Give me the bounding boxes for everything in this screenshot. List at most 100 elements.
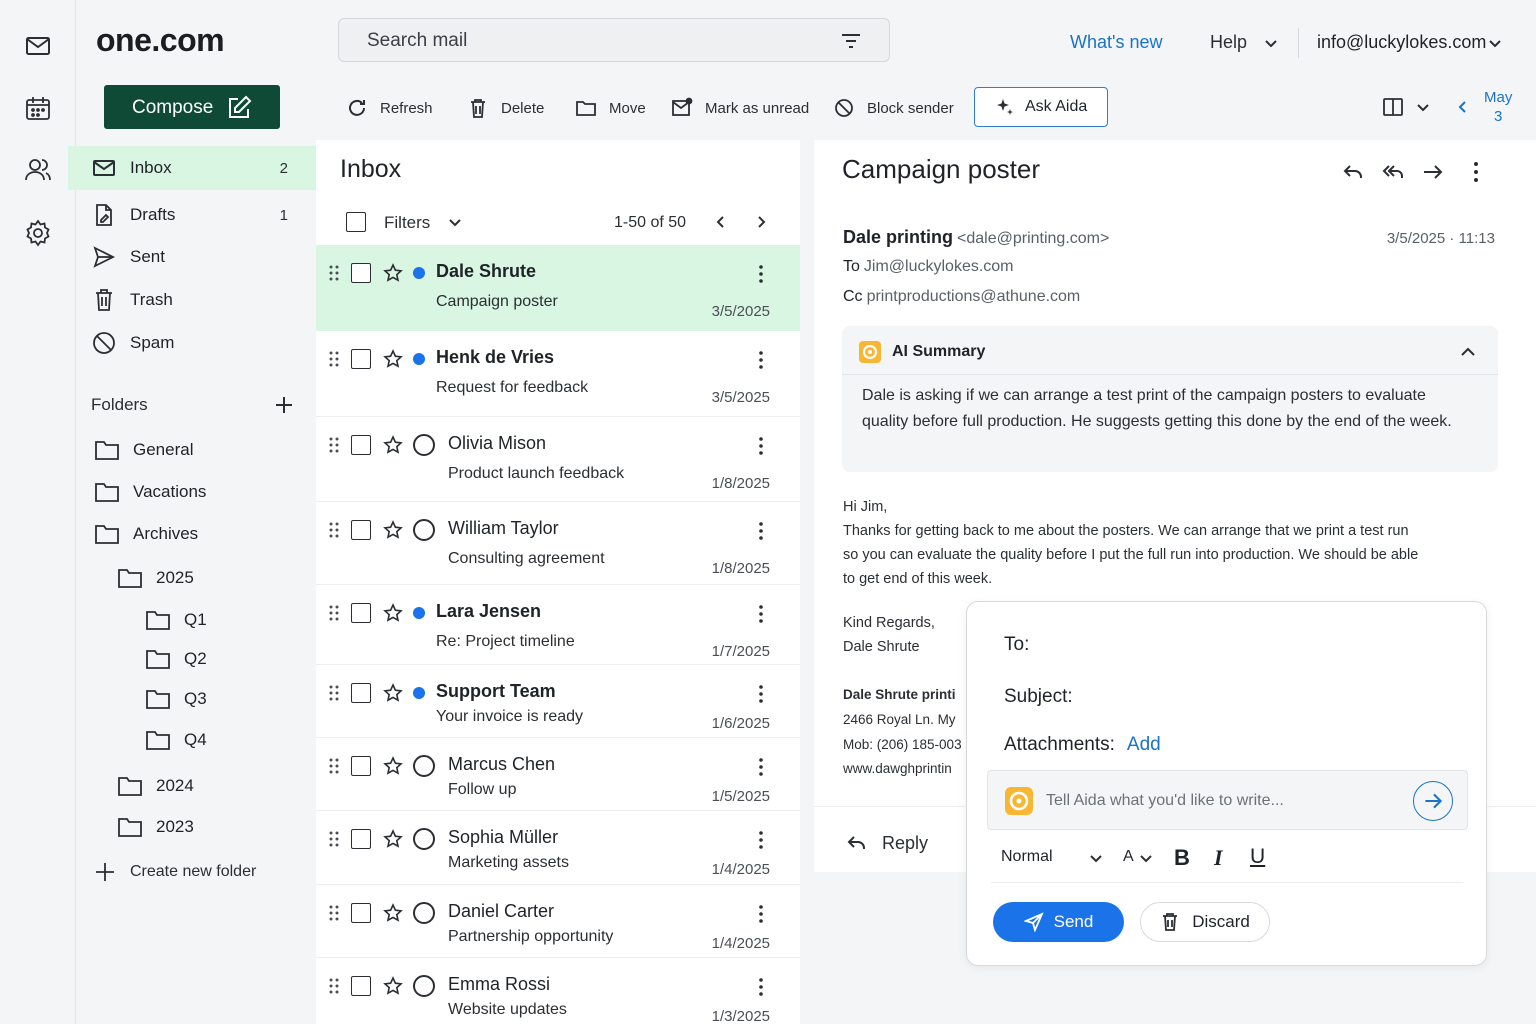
star-icon[interactable]	[383, 756, 403, 776]
more-options-icon[interactable]	[758, 264, 764, 284]
block-sender-button[interactable]: Block sender	[833, 94, 954, 122]
message-row[interactable]: Marcus Chen Follow up 1/5/2025	[316, 738, 800, 811]
search-input[interactable]: Search mail	[338, 18, 890, 62]
message-row[interactable]: Sophia Müller Marketing assets 1/4/2025	[316, 811, 800, 885]
folder-general[interactable]: General	[95, 436, 193, 464]
more-options-icon[interactable]	[758, 521, 764, 541]
star-icon[interactable]	[383, 683, 403, 703]
row-checkbox[interactable]	[351, 435, 371, 455]
add-folder-icon[interactable]	[274, 395, 294, 415]
more-options-icon[interactable]	[758, 757, 764, 777]
star-icon[interactable]	[383, 903, 403, 923]
chevron-up-icon[interactable]	[1460, 344, 1476, 360]
refresh-button[interactable]: Refresh	[346, 94, 433, 122]
more-options-icon[interactable]	[758, 350, 764, 370]
read-status-ring[interactable]	[413, 975, 435, 997]
settings-gear-icon[interactable]	[24, 219, 52, 247]
more-options-icon[interactable]	[1464, 160, 1488, 184]
star-icon[interactable]	[383, 829, 403, 849]
contacts-icon[interactable]	[24, 156, 52, 184]
move-button[interactable]: Move	[575, 94, 646, 122]
row-checkbox[interactable]	[351, 520, 371, 540]
message-row[interactable]: William Taylor Consulting agreement 1/8/20…	[316, 502, 800, 585]
row-checkbox[interactable]	[351, 903, 371, 923]
message-row[interactable]: Olivia Mison Product launch feedback 1/8/2…	[316, 417, 800, 502]
star-icon[interactable]	[383, 349, 403, 369]
account-menu[interactable]: info@luckylokes.com	[1317, 32, 1486, 53]
message-row[interactable]: Support Team Your invoice is ready 1/6/202…	[316, 665, 800, 738]
bold-button[interactable]: B	[1174, 845, 1190, 871]
sidebar-item-spam[interactable]: Spam	[68, 321, 316, 365]
folder-q3[interactable]: Q3	[146, 685, 207, 713]
star-icon[interactable]	[383, 520, 403, 540]
subject-field[interactable]: Subject:	[1004, 686, 1073, 708]
row-checkbox[interactable]	[351, 683, 371, 703]
more-options-icon[interactable]	[758, 604, 764, 624]
message-row[interactable]: Lara Jensen Re: Project timeline 1/7/2025	[316, 585, 800, 665]
drag-handle-icon[interactable]	[328, 905, 340, 921]
create-folder-button[interactable]: Create new folder	[95, 862, 256, 882]
unread-dot[interactable]	[413, 607, 425, 619]
drag-handle-icon[interactable]	[328, 758, 340, 774]
select-all-checkbox[interactable]	[346, 212, 366, 232]
help-menu[interactable]: Help	[1210, 32, 1247, 53]
calendar-icon[interactable]	[24, 95, 52, 123]
more-options-icon[interactable]	[758, 904, 764, 924]
reply-all-icon[interactable]	[1381, 160, 1405, 184]
folder-q4[interactable]: Q4	[146, 726, 207, 754]
brand-logo[interactable]: one.com	[96, 22, 225, 59]
drag-handle-icon[interactable]	[328, 437, 340, 453]
mark-unread-button[interactable]: Mark as unread	[671, 94, 809, 122]
chevron-down-icon[interactable]	[1488, 37, 1502, 51]
message-row[interactable]: Dale Shrute Campaign poster 3/5/2025	[316, 245, 800, 331]
mail-icon[interactable]	[24, 32, 52, 60]
unread-dot[interactable]	[413, 687, 425, 699]
signature-website[interactable]: www.dawghprintin	[843, 761, 967, 776]
forward-icon[interactable]	[1421, 160, 1445, 184]
row-checkbox[interactable]	[351, 349, 371, 369]
chevron-left-icon[interactable]	[1456, 100, 1470, 114]
message-row[interactable]: Emma Rossi Website updates 1/3/2025	[316, 958, 800, 1024]
chevron-left-icon[interactable]	[714, 215, 728, 229]
read-status-ring[interactable]	[413, 434, 435, 456]
filters-dropdown[interactable]: Filters	[384, 213, 430, 233]
drag-handle-icon[interactable]	[328, 265, 340, 281]
discard-button[interactable]: Discard	[1140, 902, 1270, 942]
underline-button[interactable]: U	[1250, 845, 1265, 869]
folder-archives[interactable]: Archives	[95, 520, 198, 548]
sidebar-item-trash[interactable]: Trash	[68, 278, 316, 322]
more-options-icon[interactable]	[758, 830, 764, 850]
layout-toggle-icon[interactable]	[1382, 96, 1404, 118]
compose-button[interactable]: Compose	[104, 85, 280, 129]
delete-button[interactable]: Delete	[467, 94, 544, 122]
row-checkbox[interactable]	[351, 263, 371, 283]
ask-aida-button[interactable]: Ask Aida	[974, 87, 1108, 127]
unread-dot[interactable]	[413, 267, 425, 279]
message-row[interactable]: Henk de Vries Request for feedback 3/5/202…	[316, 331, 800, 417]
drag-handle-icon[interactable]	[328, 522, 340, 538]
more-options-icon[interactable]	[758, 684, 764, 704]
aida-prompt-input[interactable]: Tell Aida what you'd like to write...	[987, 770, 1468, 830]
paragraph-style-select[interactable]: Normal	[1001, 848, 1053, 866]
read-status-ring[interactable]	[413, 519, 435, 541]
reply-icon[interactable]	[1341, 160, 1365, 184]
drag-handle-icon[interactable]	[328, 351, 340, 367]
unread-dot[interactable]	[413, 353, 425, 365]
chevron-down-icon[interactable]	[1264, 37, 1278, 51]
whats-new-link[interactable]: What's new	[1070, 32, 1162, 53]
read-status-ring[interactable]	[413, 902, 435, 924]
row-checkbox[interactable]	[351, 976, 371, 996]
submit-arrow-icon[interactable]	[1413, 781, 1453, 821]
row-checkbox[interactable]	[351, 829, 371, 849]
message-row[interactable]: Daniel Carter Partnership opportunity 1/4/…	[316, 885, 800, 958]
sidebar-item-inbox[interactable]: Inbox 2	[68, 146, 316, 190]
chevron-down-icon[interactable]	[448, 216, 462, 230]
star-icon[interactable]	[383, 976, 403, 996]
sidebar-item-sent[interactable]: Sent	[68, 235, 316, 279]
row-checkbox[interactable]	[351, 603, 371, 623]
chevron-down-icon[interactable]	[1139, 852, 1153, 866]
drag-handle-icon[interactable]	[328, 605, 340, 621]
more-options-icon[interactable]	[758, 436, 764, 456]
folder-2024[interactable]: 2024	[118, 772, 194, 800]
more-options-icon[interactable]	[758, 977, 764, 997]
